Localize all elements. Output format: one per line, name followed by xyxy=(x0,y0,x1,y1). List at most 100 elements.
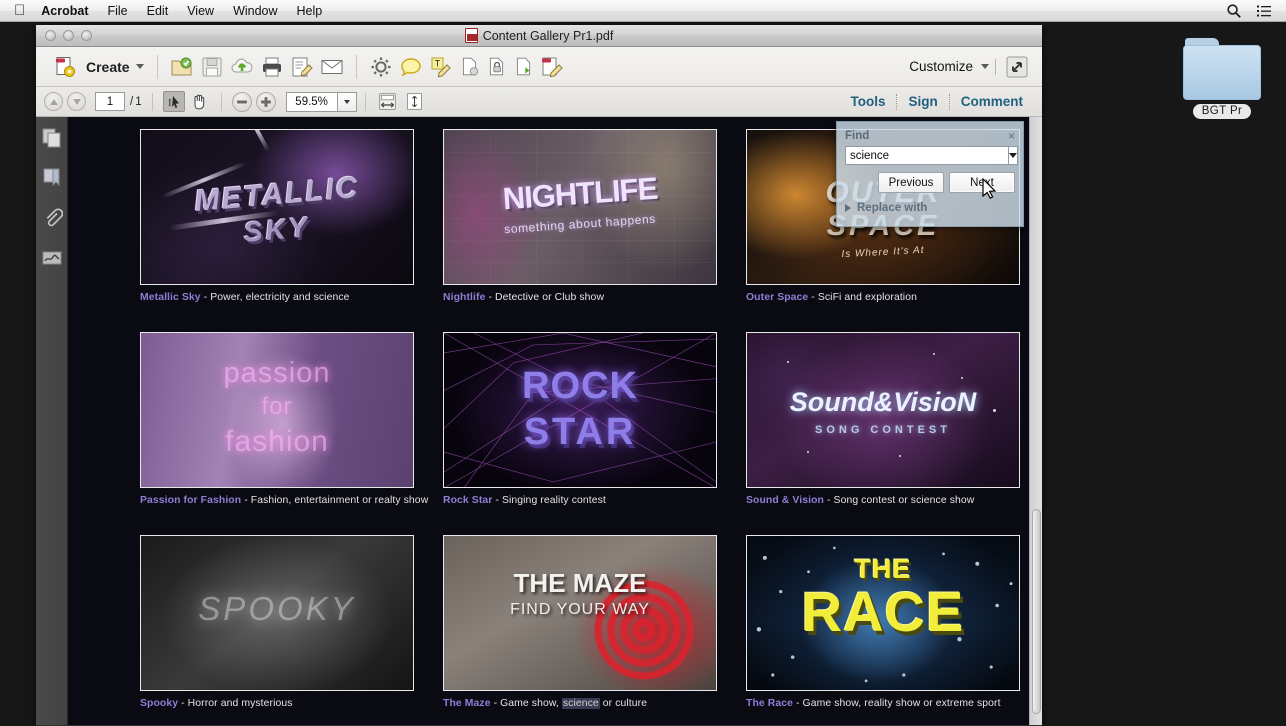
gallery-item-description: - Power, electricity and science xyxy=(200,292,350,303)
tools-tab[interactable]: Tools xyxy=(839,94,896,109)
artwork-sound-and-vision: Sound&VisioN SONG CONTEST xyxy=(747,333,1019,487)
edit-pdf-icon[interactable] xyxy=(540,55,564,79)
artwork-spooky: SPOOKY xyxy=(141,536,413,690)
thumbnail-image[interactable]: METALLIC SKY xyxy=(140,129,414,285)
artwork-title-line2: SONG CONTEST xyxy=(814,424,951,436)
next-page-button[interactable] xyxy=(67,92,86,111)
apple-menu-icon[interactable]:  xyxy=(14,3,25,18)
gallery-item-description: - SciFi and exploration xyxy=(808,292,917,303)
gallery-item-description: - Fashion, entertainment or realty show xyxy=(241,495,429,506)
create-button[interactable]: Create xyxy=(46,53,148,81)
page-number-input[interactable]: 1 xyxy=(95,92,125,111)
menu-item-file[interactable]: File xyxy=(107,4,127,18)
thumbnail-image[interactable]: passion for fashion xyxy=(140,332,414,488)
comment-tab[interactable]: Comment xyxy=(950,94,1034,109)
attachments-icon[interactable] xyxy=(41,207,63,229)
previous-page-button[interactable] xyxy=(44,92,63,111)
scrollbar-thumb[interactable] xyxy=(1032,509,1041,714)
thumbnail-image[interactable]: THE RACE xyxy=(746,535,1020,691)
highlight-text-icon[interactable]: T xyxy=(429,55,453,79)
vertical-scrollbar[interactable] xyxy=(1029,117,1042,725)
gallery-item-caption: The Maze - Game show, science or culture xyxy=(443,698,717,709)
print-icon[interactable] xyxy=(260,55,284,79)
chevron-down-icon[interactable] xyxy=(135,64,144,69)
find-dialog[interactable]: Find × Previous Next Replace with xyxy=(836,121,1024,227)
thumbnail-image[interactable]: SPOOKY xyxy=(140,535,414,691)
sign-tab[interactable]: Sign xyxy=(897,94,948,109)
svg-text:T: T xyxy=(434,58,440,68)
thumbnail-image[interactable]: Sound&VisioN SONG CONTEST xyxy=(746,332,1020,488)
menu-item-help[interactable]: Help xyxy=(297,4,323,18)
find-search-input[interactable] xyxy=(845,146,1008,165)
gallery-item-the-race[interactable]: THE RACE The Race - Game show, reality s… xyxy=(746,535,1020,709)
email-icon[interactable] xyxy=(320,55,344,79)
gallery-item-passion-for-fashion[interactable]: passion for fashion Passion for Fashion … xyxy=(140,332,428,506)
secure-page-icon[interactable] xyxy=(486,56,507,77)
find-previous-button[interactable]: Previous xyxy=(878,172,944,193)
gallery-item-metallic-sky[interactable]: METALLIC SKY Metallic Sky - Power, elect… xyxy=(140,129,414,303)
gallery-item-nightlife[interactable]: NIGHTLIFE something about happens Nightl… xyxy=(443,129,717,303)
menu-item-view[interactable]: View xyxy=(187,4,214,18)
save-icon[interactable] xyxy=(200,55,224,79)
artwork-title-line1: Sound&VisioN xyxy=(789,387,977,417)
zoom-in-button[interactable] xyxy=(255,91,276,112)
zoom-dropdown-button[interactable] xyxy=(337,91,357,112)
gallery-item-title: Sound & Vision xyxy=(746,495,824,506)
fit-width-icon[interactable] xyxy=(377,91,398,112)
chevron-down-icon[interactable] xyxy=(981,64,989,69)
gallery-item-caption: Rock Star - Singing reality contest xyxy=(443,495,717,506)
gallery-item-spooky[interactable]: SPOOKY Spooky - Horror and mysterious xyxy=(140,535,414,709)
page-thumbnails-icon[interactable] xyxy=(41,127,63,149)
hand-tool-button[interactable] xyxy=(189,91,211,112)
thumbnail-image[interactable]: NIGHTLIFE something about happens xyxy=(443,129,717,285)
comment-bubble-icon[interactable] xyxy=(399,55,423,79)
gallery-item-sound-and-vision[interactable]: Sound&VisioN SONG CONTEST Sound & Vision… xyxy=(746,332,1020,506)
gallery-item-caption: Outer Space - SciFi and exploration xyxy=(746,292,1020,303)
page-stamp-icon[interactable] xyxy=(459,56,480,77)
export-page-icon[interactable] xyxy=(513,56,534,77)
zoom-out-button[interactable] xyxy=(231,91,252,112)
gallery-item-title: The Maze xyxy=(443,698,491,709)
artwork-passion-for-fashion: passion for fashion xyxy=(141,333,413,487)
gallery-item-title: Metallic Sky xyxy=(140,292,201,303)
artwork-title-line3: fashion xyxy=(225,425,329,458)
gallery-item-rock-star[interactable]: ROCK STAR Rock Star - Singing reality co… xyxy=(443,332,717,506)
signatures-icon[interactable] xyxy=(41,247,63,269)
window-title-bar[interactable]: Content Gallery Pr1.pdf xyxy=(36,25,1042,47)
toolbar-divider xyxy=(156,54,158,79)
list-icon[interactable] xyxy=(1256,3,1272,19)
expand-arrows-icon[interactable] xyxy=(1005,55,1029,79)
screen-root:  Acrobat File Edit View Window Help xyxy=(0,0,1286,726)
select-tool-button[interactable]: I xyxy=(162,91,185,112)
gallery-item-description: - Horror and mysterious xyxy=(178,698,293,709)
edit-document-icon[interactable] xyxy=(290,55,314,79)
search-icon[interactable] xyxy=(1226,3,1242,19)
customize-label: Customize xyxy=(909,59,973,74)
menu-item-window[interactable]: Window xyxy=(233,4,277,18)
pdf-file-icon xyxy=(464,28,478,43)
search-match-highlight: science xyxy=(561,698,600,709)
artwork-title-line1: THE MAZE xyxy=(513,568,647,598)
settings-gear-icon[interactable] xyxy=(369,55,393,79)
fit-page-icon[interactable] xyxy=(404,91,425,112)
customize-toolbar-button[interactable]: Customize xyxy=(909,59,989,74)
gallery-item-caption: Sound & Vision - Song contest or science… xyxy=(746,495,1020,506)
thumbnail-image[interactable]: THE MAZE FIND YOUR WAY xyxy=(443,535,717,691)
zoom-level-input[interactable]: 59.5% xyxy=(285,91,338,112)
gallery-item-description: - Singing reality contest xyxy=(492,495,606,506)
desktop-folder-bgt-pr[interactable]: BGT Pr xyxy=(1181,38,1263,122)
thumbnail-image[interactable]: ROCK STAR xyxy=(443,332,717,488)
find-history-dropdown-button[interactable] xyxy=(1008,146,1018,165)
close-icon[interactable]: × xyxy=(1008,130,1015,142)
total-pages-label: 1 xyxy=(135,95,142,108)
menu-item-edit[interactable]: Edit xyxy=(147,4,169,18)
replace-with-label: Replace with xyxy=(857,202,928,214)
replace-with-disclosure[interactable]: Replace with xyxy=(845,202,1015,214)
bookmarks-icon[interactable] xyxy=(41,167,63,189)
hand-tool-icon xyxy=(194,94,205,110)
menu-item-acrobat[interactable]: Acrobat xyxy=(41,4,88,18)
open-file-icon[interactable] xyxy=(170,55,194,79)
upload-cloud-icon[interactable] xyxy=(230,55,254,79)
gallery-item-the-maze[interactable]: THE MAZE FIND YOUR WAY The Maze - Game s… xyxy=(443,535,717,709)
gallery-item-description-post: or culture xyxy=(599,698,648,709)
